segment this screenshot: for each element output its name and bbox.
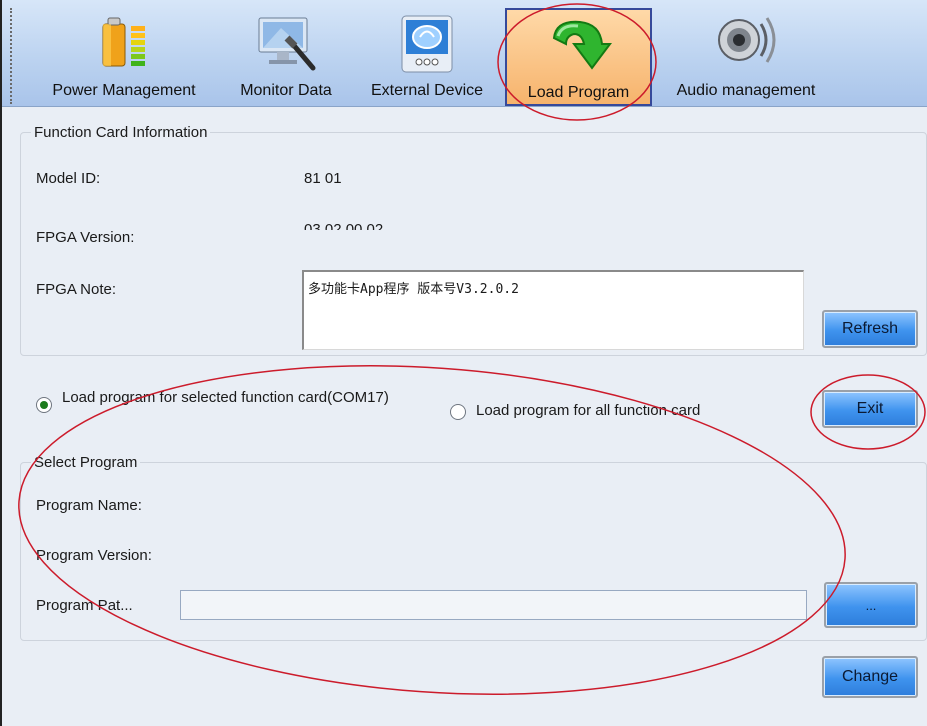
tab-label: Power Management bbox=[52, 82, 196, 99]
tab-label: Monitor Data bbox=[240, 82, 332, 99]
group-legend: Function Card Information bbox=[34, 124, 208, 141]
radio-all-cards-button[interactable] bbox=[450, 404, 466, 420]
model-id-value: 81 01 bbox=[304, 170, 342, 187]
radio-selected-card-button[interactable] bbox=[36, 397, 52, 413]
load-program-window: Power Management Monitor Data External D… bbox=[0, 0, 927, 726]
change-button[interactable]: Change bbox=[822, 656, 918, 698]
module-toolbar: Power Management Monitor Data External D… bbox=[2, 0, 927, 107]
external-device-icon bbox=[392, 12, 462, 74]
monitor-icon bbox=[251, 12, 321, 74]
battery-icon bbox=[89, 12, 159, 74]
refresh-button[interactable]: Refresh bbox=[822, 310, 918, 348]
load-program-panel: Function Card Information Model ID: 81 0… bbox=[2, 107, 927, 726]
exit-button[interactable]: Exit bbox=[822, 390, 918, 428]
radio-all-cards-label: Load program for all function card bbox=[476, 402, 701, 419]
toolbar-grip[interactable] bbox=[10, 8, 12, 104]
tab-label: Audio management bbox=[676, 82, 816, 99]
speaker-icon bbox=[711, 12, 781, 74]
radio-selected-card[interactable]: Load program for selected function card(… bbox=[36, 388, 416, 413]
program-path-label: Program Pat... bbox=[36, 597, 133, 614]
load-arrow-icon bbox=[544, 14, 614, 76]
fpga-version-label: FPGA Version: bbox=[36, 229, 135, 246]
program-version-label: Program Version: bbox=[36, 547, 152, 564]
tab-audio-management[interactable]: Audio management bbox=[652, 6, 840, 102]
model-id-label: Model ID: bbox=[36, 170, 101, 187]
browse-button[interactable]: ... bbox=[824, 582, 918, 628]
fpga-note-label: FPGA Note: bbox=[36, 281, 117, 298]
radio-selected-card-label: Load program for selected function card(… bbox=[62, 389, 389, 406]
radio-all-cards[interactable]: Load program for all function card bbox=[450, 401, 700, 421]
tab-monitor-data[interactable]: Monitor Data bbox=[224, 6, 348, 102]
tab-external-device[interactable]: External Device bbox=[354, 6, 500, 102]
program-name-label: Program Name: bbox=[36, 497, 142, 514]
program-path-input[interactable] bbox=[180, 590, 807, 620]
group-legend: Select Program bbox=[34, 454, 138, 471]
fpga-version-value: 03.02.00.02 bbox=[304, 221, 384, 230]
tab-label: Load Program bbox=[527, 84, 630, 101]
tab-power-management[interactable]: Power Management bbox=[30, 6, 218, 102]
fpga-note-textarea[interactable]: 多功能卡App程序 版本号V3.2.0.2 bbox=[302, 270, 804, 350]
tab-load-program[interactable]: Load Program bbox=[505, 8, 652, 106]
tab-label: External Device bbox=[370, 82, 484, 99]
